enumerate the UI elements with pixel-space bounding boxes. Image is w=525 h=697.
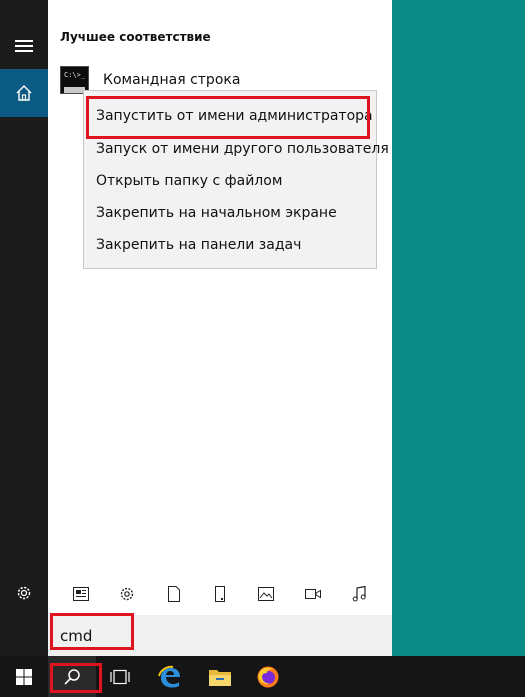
taskbar: [0, 656, 525, 697]
settings-filter-button[interactable]: [117, 584, 137, 604]
news-icon: [73, 587, 90, 601]
highlight-run-as-admin: [86, 96, 370, 139]
music-filter-button[interactable]: [349, 584, 369, 604]
home-icon: [16, 85, 32, 101]
hamburger-menu-button[interactable]: [0, 22, 48, 70]
search-filter-bar: [48, 574, 392, 614]
pin-to-taskbar-item[interactable]: Закрепить на панели задач: [96, 237, 301, 253]
news-filter-button[interactable]: [71, 584, 91, 604]
video-icon: [304, 589, 321, 599]
task-view-button[interactable]: [96, 656, 144, 697]
devices-filter-button[interactable]: [210, 584, 230, 604]
videos-filter-button[interactable]: [303, 584, 323, 604]
windows-start-icon: [16, 668, 32, 685]
best-match-heading: Лучшее соответствие: [60, 30, 211, 44]
photos-filter-button[interactable]: [256, 584, 276, 604]
photo-icon: [258, 587, 275, 601]
settings-icon: [121, 587, 134, 601]
run-as-other-user-item[interactable]: Запуск от имени другого пользователя: [96, 141, 389, 157]
file-explorer-taskbar-button[interactable]: [196, 656, 244, 697]
hamburger-icon: [15, 40, 33, 52]
best-match-app-name: Командная строка: [103, 72, 241, 88]
start-button[interactable]: [0, 656, 48, 697]
documents-filter-button[interactable]: [164, 584, 184, 604]
music-icon: [352, 586, 366, 602]
open-file-location-item[interactable]: Открыть папку с файлом: [96, 173, 282, 189]
firefox-icon: [257, 666, 279, 687]
settings-button[interactable]: [0, 569, 48, 617]
file-explorer-icon: [209, 669, 231, 686]
gear-icon: [17, 586, 31, 600]
highlight-search-query: [50, 613, 134, 650]
highlight-search-button: [50, 663, 102, 693]
edge-taskbar-button[interactable]: [146, 656, 194, 697]
task-view-icon: [110, 669, 130, 684]
home-button[interactable]: [0, 69, 48, 117]
cmd-icon-bar: [64, 87, 85, 93]
document-icon: [167, 586, 180, 602]
device-icon: [214, 586, 225, 602]
pin-to-start-item[interactable]: Закрепить на начальном экране: [96, 205, 337, 221]
edge-icon: [158, 665, 180, 687]
firefox-taskbar-button[interactable]: [244, 656, 292, 697]
start-rail: [0, 0, 48, 656]
cmd-icon-prompt: C:\>_: [64, 71, 86, 79]
